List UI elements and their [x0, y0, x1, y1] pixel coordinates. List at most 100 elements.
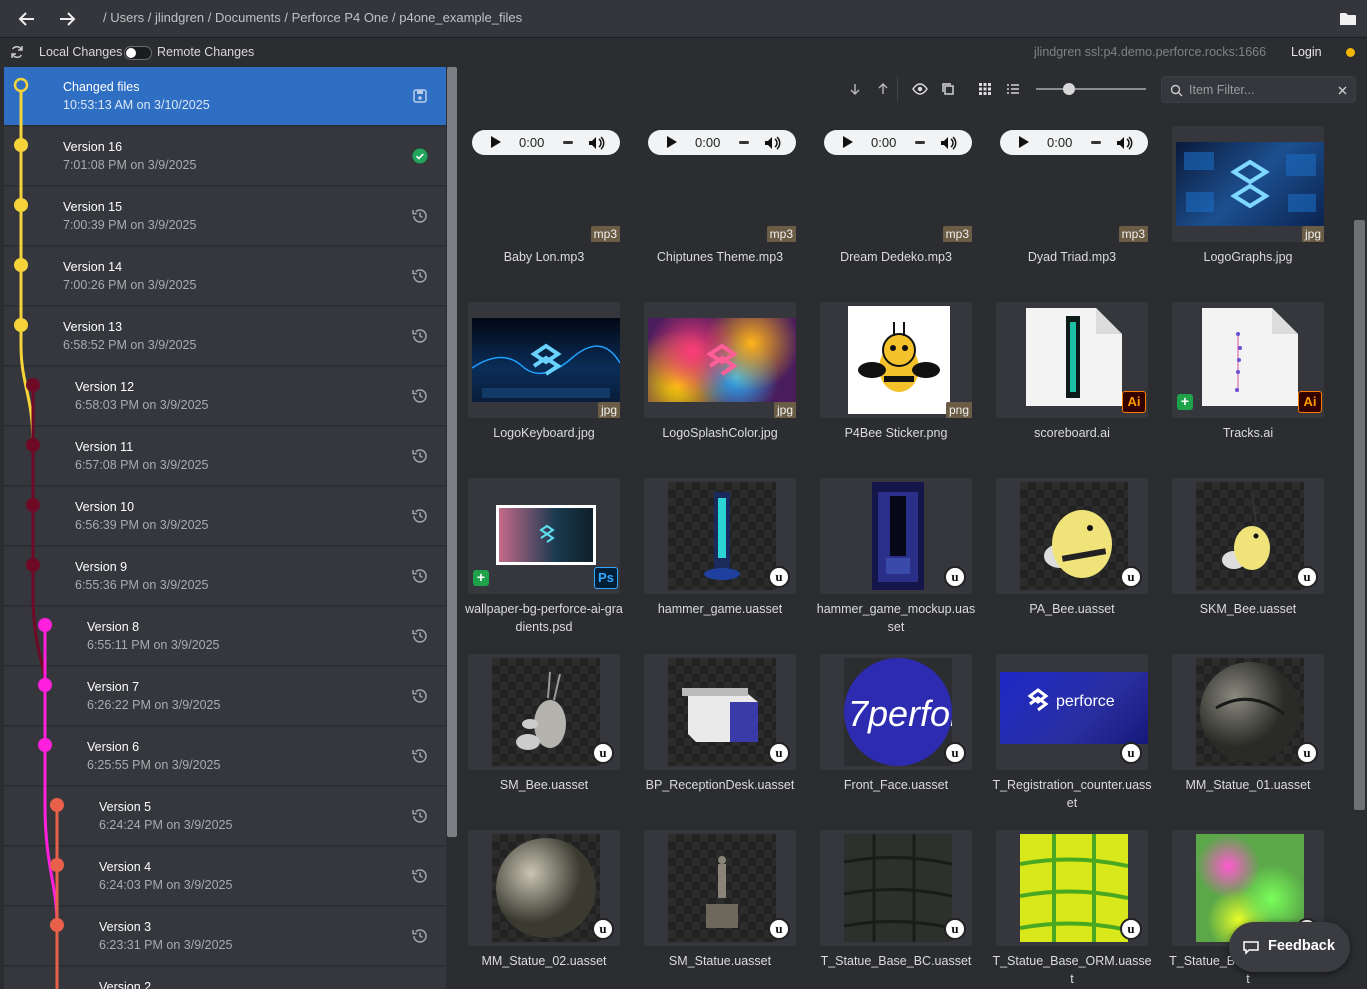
history-icon[interactable]: [411, 387, 429, 405]
audio-progress[interactable]: [739, 141, 749, 144]
close-icon[interactable]: [1338, 86, 1347, 95]
check-circle-icon[interactable]: [411, 147, 429, 165]
volume-icon[interactable]: [1115, 134, 1133, 152]
login-button[interactable]: Login: [1291, 45, 1322, 59]
volume-icon[interactable]: [939, 134, 957, 152]
thumbnail-size-slider[interactable]: [1036, 88, 1146, 90]
item-filter-input[interactable]: [1189, 81, 1329, 99]
version-title: Version 8: [87, 620, 140, 634]
file-tile[interactable]: u PA_Bee.uasset: [996, 478, 1148, 646]
play-icon[interactable]: [843, 136, 853, 148]
file-tile[interactable]: Ai scoreboard.ai: [996, 302, 1148, 470]
item-filter[interactable]: [1161, 76, 1356, 103]
feedback-button[interactable]: Feedback: [1229, 922, 1350, 972]
version-row[interactable]: Version 8 6:55:11 PM on 3/9/2025: [4, 607, 446, 666]
forward-button[interactable]: [53, 5, 81, 33]
file-grid-scrollbar[interactable]: [1354, 220, 1365, 810]
version-row[interactable]: Version 11 6:57:08 PM on 3/9/2025: [4, 427, 446, 486]
version-row[interactable]: Version 14 7:00:26 PM on 3/9/2025: [4, 247, 446, 306]
audio-player[interactable]: 0:00: [472, 130, 620, 155]
file-type-badge: mp3: [766, 226, 796, 242]
history-icon[interactable]: [411, 447, 429, 465]
version-title: Version 12: [75, 380, 135, 394]
list-view-icon[interactable]: [1005, 81, 1021, 97]
file-tile[interactable]: u SM_Bee.uasset: [468, 654, 620, 822]
back-button[interactable]: [13, 5, 41, 33]
history-icon[interactable]: [411, 267, 429, 285]
file-tile[interactable]: u T_Statue_Base_BC.uasset: [820, 830, 972, 989]
file-tile[interactable]: jpg LogoGraphs.jpg: [1172, 126, 1324, 294]
file-tile[interactable]: 0:00 mp3 Dream Dedeko.mp3: [820, 126, 972, 294]
volume-icon[interactable]: [763, 134, 781, 152]
audio-player[interactable]: 0:00: [824, 130, 972, 155]
file-tile[interactable]: u BP_ReceptionDesk.uasset: [644, 654, 796, 822]
file-tile[interactable]: png P4Bee Sticker.png: [820, 302, 972, 470]
file-tile[interactable]: u SM_Statue.uasset: [644, 830, 796, 989]
version-row[interactable]: Version 5 6:24:24 PM on 3/9/2025: [4, 787, 446, 846]
changed-files-row[interactable]: Changed files 10:53:13 AM on 3/10/2025: [4, 67, 446, 126]
version-row[interactable]: Version 15 7:00:39 PM on 3/9/2025: [4, 187, 446, 246]
file-tile[interactable]: 0:00 mp3 Dyad Triad.mp3: [996, 126, 1148, 294]
audio-player[interactable]: 0:00: [648, 130, 796, 155]
play-icon[interactable]: [491, 136, 501, 148]
local-changes-label[interactable]: Local Changes: [39, 45, 122, 59]
file-tile[interactable]: u SKM_Bee.uasset: [1172, 478, 1324, 646]
version-row[interactable]: Version 13 6:58:52 PM on 3/9/2025: [4, 307, 446, 366]
file-tile[interactable]: u hammer_game.uasset: [644, 478, 796, 646]
file-tile[interactable]: u hammer_game_mockup.uasset: [817, 478, 975, 646]
version-row[interactable]: Version 12 6:58:03 PM on 3/9/2025: [4, 367, 446, 426]
history-icon[interactable]: [411, 927, 429, 945]
history-icon[interactable]: [411, 207, 429, 225]
version-row[interactable]: Version 10 6:56:39 PM on 3/9/2025: [4, 487, 446, 546]
history-icon[interactable]: [411, 687, 429, 705]
file-tile[interactable]: u MM_Statue_01.uasset: [1172, 654, 1324, 822]
audio-progress[interactable]: [915, 141, 925, 144]
version-row[interactable]: Version 4 6:24:03 PM on 3/9/2025: [4, 847, 446, 906]
file-tile[interactable]: perforce u T_Registration_counter.uasset: [992, 654, 1152, 822]
history-icon[interactable]: [411, 567, 429, 585]
sync-icon[interactable]: [10, 45, 24, 59]
history-icon[interactable]: [411, 747, 429, 765]
file-tile[interactable]: 0:00 mp3 Baby Lon.mp3: [468, 126, 620, 294]
arrow-down-icon[interactable]: [847, 81, 863, 97]
version-row[interactable]: Version 9 6:55:36 PM on 3/9/2025: [4, 547, 446, 606]
version-row[interactable]: Version 3 6:23:31 PM on 3/9/2025: [4, 907, 446, 966]
remote-changes-label[interactable]: Remote Changes: [157, 45, 254, 59]
file-tile[interactable]: u T_Statue_Base_ORM.uasset: [992, 830, 1152, 989]
version-row[interactable]: Version 6 6:25:55 PM on 3/9/2025: [4, 727, 446, 786]
file-tile[interactable]: jpg LogoKeyboard.jpg: [468, 302, 621, 470]
open-folder-button[interactable]: [1337, 8, 1359, 30]
audio-progress[interactable]: [1091, 141, 1101, 144]
version-timestamp: 6:24:03 PM on 3/9/2025: [99, 878, 233, 892]
file-tile[interactable]: u MM_Statue_02.uasset: [468, 830, 620, 989]
play-icon[interactable]: [667, 136, 677, 148]
file-tile[interactable]: 7perfor u Front_Face.uasset: [820, 654, 972, 822]
copy-icon[interactable]: [940, 81, 956, 97]
file-type-badge: jpg: [773, 402, 796, 418]
file-tile[interactable]: Ps + wallpaper-bg-perforce-ai-gradients.ps…: [465, 478, 623, 646]
history-icon[interactable]: [411, 867, 429, 885]
arrow-up-icon[interactable]: [875, 81, 891, 97]
history-icon[interactable]: [411, 807, 429, 825]
volume-icon[interactable]: [587, 134, 605, 152]
breadcrumb[interactable]: / Users / jlindgren / Documents / Perfor…: [103, 10, 522, 25]
file-tile[interactable]: jpg LogoSplashColor.jpg: [644, 302, 796, 470]
version-row[interactable]: Version 16 7:01:08 PM on 3/9/2025: [4, 127, 446, 186]
file-tile[interactable]: Ai + Tracks.ai: [1172, 302, 1324, 470]
thumbnail-size-slider-handle[interactable]: [1063, 83, 1075, 95]
version-row[interactable]: Version 7 6:26:22 PM on 3/9/2025: [4, 667, 446, 726]
eye-icon[interactable]: [912, 81, 928, 97]
audio-progress[interactable]: [563, 141, 573, 144]
grid-view-icon[interactable]: [977, 81, 993, 97]
play-icon[interactable]: [1019, 136, 1029, 148]
history-icon[interactable]: [411, 327, 429, 345]
history-icon[interactable]: [411, 627, 429, 645]
changes-toggle[interactable]: [124, 46, 152, 60]
history-icon[interactable]: [411, 507, 429, 525]
version-row[interactable]: Version 2: [4, 967, 446, 989]
audio-player[interactable]: 0:00: [1000, 130, 1148, 155]
save-icon[interactable]: [411, 87, 429, 105]
bee-sticker-thumbnail: [848, 306, 950, 414]
file-tile[interactable]: 0:00 mp3 Chiptunes Theme.mp3: [644, 126, 796, 294]
sidebar-scrollbar-thumb[interactable]: [447, 67, 457, 837]
